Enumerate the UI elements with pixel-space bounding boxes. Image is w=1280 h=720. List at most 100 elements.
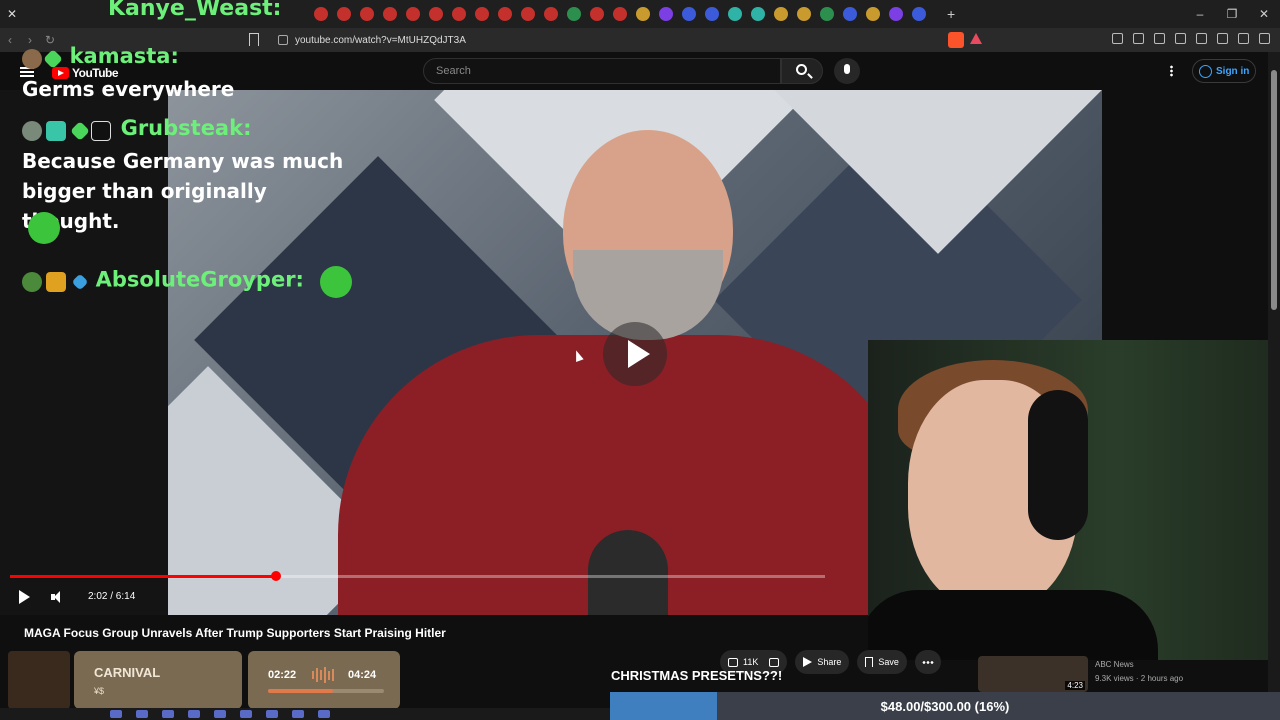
tab-favicon[interactable]	[774, 7, 788, 21]
chat-message: kamasta:	[22, 44, 179, 69]
tab-favicon[interactable]	[705, 7, 719, 21]
share-label: Share	[817, 657, 842, 667]
more-icon	[921, 660, 934, 664]
taskbar-app-icon[interactable]	[110, 710, 122, 718]
tab-favicon[interactable]	[682, 7, 696, 21]
tab-favicon[interactable]	[567, 7, 581, 21]
extension-icon[interactable]	[1217, 33, 1228, 44]
tab-youtube-favicon[interactable]	[590, 7, 604, 21]
recommended-video-meta: 9.3K views · 2 hours ago	[1095, 674, 1184, 683]
seek-bar[interactable]	[10, 571, 825, 581]
tab-youtube-favicon[interactable]	[475, 7, 489, 21]
extension-icon[interactable]	[1133, 33, 1144, 44]
taskbar-app-icon[interactable]	[162, 710, 174, 718]
like-count: 11K	[743, 657, 759, 667]
tab-youtube-favicon[interactable]	[452, 7, 466, 21]
recommended-video-thumbnail[interactable]: 4:23	[978, 656, 1088, 692]
recommended-channel-name[interactable]: ABC News	[1095, 660, 1134, 669]
tab-favicon[interactable]	[659, 7, 673, 21]
volume-icon[interactable]	[51, 591, 63, 603]
pepe-emote-icon	[28, 212, 60, 244]
more-options-icon[interactable]	[1170, 65, 1173, 77]
maximize-button[interactable]: ❐	[1216, 0, 1248, 28]
brave-shields-icon[interactable]	[948, 32, 964, 48]
minimize-button[interactable]: –	[1184, 0, 1216, 28]
url-field[interactable]: youtube.com/watch?v=MtUHZQdJT3A	[270, 31, 990, 49]
seek-bar-handle[interactable]	[271, 571, 281, 581]
track-progress-bar	[268, 689, 384, 693]
media-icon[interactable]	[1154, 33, 1165, 44]
extensions-toolbar	[1112, 33, 1270, 44]
play-icon[interactable]	[19, 590, 30, 604]
pepe-emote-icon	[319, 266, 352, 298]
equalizer-icon	[312, 667, 334, 683]
chat-message: Grubsteak:	[22, 116, 251, 141]
close-tab-icon[interactable]: ✕	[0, 7, 24, 21]
extension-icon[interactable]	[1112, 33, 1123, 44]
tab-favicon[interactable]	[866, 7, 880, 21]
track-title: CARNIVAL	[94, 665, 161, 680]
time-display: 2:02 / 6:14	[88, 591, 136, 602]
taskbar-app-icon[interactable]	[188, 710, 200, 718]
search-icon	[796, 64, 807, 75]
save-button[interactable]: Save	[857, 650, 907, 674]
close-window-button[interactable]: ✕	[1248, 0, 1280, 28]
tab-favicon[interactable]	[843, 7, 857, 21]
tab-youtube-favicon[interactable]	[521, 7, 535, 21]
tab-favicon[interactable]	[728, 7, 742, 21]
thumbs-down-icon[interactable]	[769, 657, 780, 667]
taskbar-app-icon[interactable]	[136, 710, 148, 718]
taskbar-app-icon[interactable]	[240, 710, 252, 718]
page-scrollbar[interactable]	[1268, 52, 1280, 692]
back-icon[interactable]: ‹	[0, 33, 20, 47]
tab-youtube-favicon[interactable]	[360, 7, 374, 21]
wallet-icon[interactable]	[1196, 33, 1207, 44]
chat-message-text: Germs everywhere	[22, 77, 235, 101]
thumbs-up-icon	[728, 657, 738, 667]
new-tab-button[interactable]: +	[947, 6, 955, 22]
tab-favicon[interactable]	[889, 7, 903, 21]
bookmark-icon[interactable]	[249, 33, 259, 46]
tab-youtube-favicon[interactable]	[314, 7, 328, 21]
taskbar-app-icon[interactable]	[214, 710, 226, 718]
taskbar-app-icon[interactable]	[266, 710, 278, 718]
tab-youtube-favicon[interactable]	[544, 7, 558, 21]
share-button[interactable]: Share	[795, 650, 850, 674]
tab-favicon[interactable]	[912, 7, 926, 21]
address-bar: ‹ › ↻ youtube.com/watch?v=MtUHZQdJT3A	[0, 28, 1280, 52]
tab-favicon[interactable]	[797, 7, 811, 21]
tab-youtube-favicon[interactable]	[383, 7, 397, 21]
tab-favicon[interactable]	[751, 7, 765, 21]
chat-message: AbsoluteGroyper:	[22, 266, 352, 298]
search-button[interactable]	[781, 58, 823, 84]
voice-search-button[interactable]	[834, 58, 860, 84]
tab-favicon[interactable]	[820, 7, 834, 21]
search-input[interactable]: Search	[423, 58, 781, 84]
tab-favicon[interactable]	[636, 7, 650, 21]
user-icon	[1199, 64, 1212, 78]
microphone-icon	[844, 64, 850, 74]
tab-youtube-favicon[interactable]	[337, 7, 351, 21]
sidebar-icon[interactable]	[1175, 33, 1186, 44]
vpn-icon[interactable]	[1238, 33, 1249, 44]
donation-goal-bar: $48.00/$300.00 (16%)	[610, 692, 1280, 720]
url-text[interactable]: youtube.com/watch?v=MtUHZQdJT3A	[295, 35, 466, 46]
center-play-button[interactable]	[603, 322, 667, 386]
taskbar	[0, 708, 610, 720]
sign-in-button[interactable]: Sign in	[1192, 59, 1256, 83]
crown-badge-icon	[46, 272, 66, 292]
more-actions-button[interactable]	[914, 650, 941, 674]
menu-icon[interactable]	[1259, 33, 1270, 44]
tab-youtube-favicon[interactable]	[498, 7, 512, 21]
sword-badge-icon	[71, 273, 89, 291]
studio-microphone	[588, 530, 668, 615]
site-info-icon[interactable]	[278, 35, 288, 45]
sign-in-label: Sign in	[1216, 65, 1250, 77]
taskbar-app-icon[interactable]	[292, 710, 304, 718]
tab-youtube-favicon[interactable]	[429, 7, 443, 21]
taskbar-app-icon[interactable]	[318, 710, 330, 718]
brave-rewards-icon[interactable]	[970, 33, 982, 44]
tab-youtube-favicon[interactable]	[613, 7, 627, 21]
scrollbar-thumb[interactable]	[1271, 70, 1277, 310]
tab-youtube-favicon[interactable]	[406, 7, 420, 21]
